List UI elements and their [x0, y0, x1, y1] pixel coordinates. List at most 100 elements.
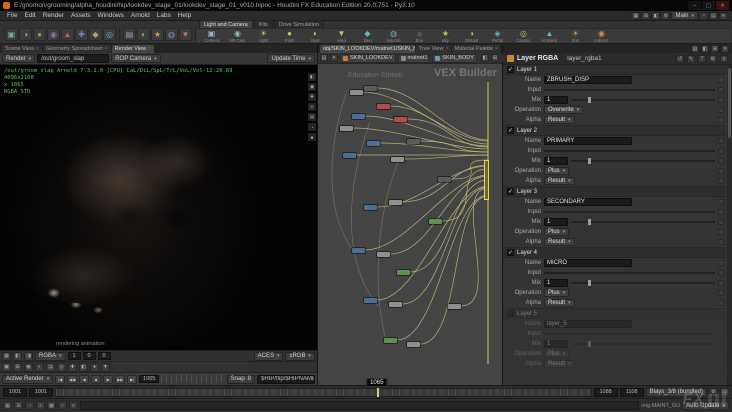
pane-tab[interactable]: Scene View × — [2, 45, 42, 53]
global-end-field[interactable]: 1108 — [619, 387, 644, 397]
toolbar-icon[interactable]: ✚ — [75, 28, 88, 41]
network-toolbar-icon[interactable]: ◧ — [480, 54, 489, 62]
row-menu-icon[interactable] — [718, 260, 724, 266]
status-icon[interactable]: ✓ — [58, 401, 67, 410]
pane-toolbar-icon[interactable]: ✕ — [721, 44, 729, 53]
layer-mix-field[interactable]: 1 — [544, 157, 568, 165]
breadcrumb-item[interactable]: SKIN_LOOKDEV — [340, 53, 396, 63]
row-menu-icon[interactable] — [718, 168, 724, 174]
menubar-icon[interactable]: ⊞ — [641, 11, 651, 20]
selected-output-node[interactable] — [484, 160, 489, 200]
layer-input-slider[interactable] — [544, 333, 715, 335]
network-toolbar-icon[interactable]: ⊞ — [490, 54, 499, 62]
shelf-tool[interactable]: ● Point — [277, 29, 302, 43]
graph-node[interactable] — [389, 200, 402, 205]
global-start-field[interactable]: 1001 — [3, 387, 27, 397]
layer-enable-checkbox[interactable]: ✓ — [507, 66, 514, 73]
graph-node[interactable] — [384, 338, 397, 343]
graph-node[interactable] — [407, 342, 420, 347]
menubar-icon[interactable]: ◔ — [699, 11, 708, 20]
row-menu-icon[interactable] — [718, 77, 724, 83]
layer-operation-dropdown[interactable]: Plus ▾ — [544, 350, 570, 358]
row-menu-icon[interactable] — [718, 290, 724, 296]
row-menu-icon[interactable] — [718, 209, 724, 215]
graph-node[interactable] — [343, 153, 356, 158]
menu-item[interactable]: Edit — [21, 12, 38, 19]
parameter-header-icon[interactable]: ≡ — [720, 54, 728, 63]
menubar-icon[interactable]: ▦ — [631, 11, 641, 20]
graph-node[interactable] — [364, 86, 377, 91]
row-menu-icon[interactable] — [718, 87, 724, 93]
layer-mix-slider[interactable] — [571, 341, 715, 347]
menu-item[interactable]: Arnold — [128, 12, 153, 19]
transport-button[interactable]: ■ — [91, 374, 102, 384]
graph-node[interactable] — [352, 248, 365, 253]
camera-selector[interactable]: ROP Camera ▾ — [111, 54, 161, 63]
toolbar-icon[interactable]: ● — [33, 28, 46, 41]
graph-node[interactable] — [391, 157, 404, 162]
rop-path-field[interactable]: /out/groom_slap — [37, 54, 110, 63]
graph-node[interactable] — [397, 270, 410, 275]
breadcrumb-icon[interactable]: ▾ — [330, 54, 338, 62]
pane-toolbar-icon[interactable]: ◧ — [701, 44, 709, 53]
graph-node[interactable] — [394, 117, 407, 122]
close-icon[interactable]: × — [148, 46, 151, 52]
layer-alpha-dropdown[interactable]: Result ▾ — [544, 360, 575, 368]
playbar-icon[interactable]: ▤ — [720, 387, 729, 397]
menubar-icon[interactable]: ▤ — [709, 11, 718, 20]
row-menu-icon[interactable] — [718, 158, 724, 164]
toolbar-icon[interactable]: ◐ — [137, 28, 150, 41]
layer-operation-dropdown[interactable]: Overwrite ▾ — [544, 106, 584, 114]
render-tool-icon[interactable]: ⊞ — [13, 362, 22, 372]
pane-tab[interactable]: Render View × — [111, 45, 154, 53]
parameter-header-icon[interactable]: ✎ — [687, 54, 695, 63]
layer-header[interactable]: ✓ Layer 1 — [503, 65, 726, 75]
close-icon[interactable]: × — [105, 46, 108, 52]
layer-enable-checkbox[interactable]: ✓ — [507, 188, 514, 195]
layer-mix-slider[interactable] — [571, 97, 715, 103]
layer-mix-slider[interactable] — [571, 280, 715, 286]
render-tool-icon[interactable]: ◉ — [24, 362, 33, 372]
shelf-tool[interactable]: ◉ Indirect — [589, 29, 614, 43]
parameter-header-icon[interactable]: ⚙ — [709, 54, 717, 63]
shelf-tool[interactable]: ▣ Camera — [199, 29, 224, 43]
transport-button[interactable]: |◀ — [55, 374, 66, 384]
shelf-tab[interactable]: Light and Camera — [199, 20, 253, 28]
layer-mix-slider[interactable] — [571, 158, 715, 164]
display-value-field[interactable]: 0 — [82, 352, 96, 360]
shelf-tool[interactable]: ◎ Caustic — [511, 29, 536, 43]
render-mode-selector[interactable]: Active Render ▾ — [2, 374, 54, 384]
toolbar-icon[interactable]: ◑ — [19, 28, 32, 41]
side-strip-icon[interactable]: ◧ — [308, 73, 316, 81]
current-frame-field[interactable]: 1065 — [139, 375, 160, 383]
auto-update-selector[interactable]: Auto Update ▾ — [682, 401, 729, 410]
shelf-tool[interactable]: ▲ Ambient — [537, 29, 562, 43]
menubar-icon[interactable]: ⚙ — [661, 11, 671, 20]
status-icon[interactable]: ▩ — [47, 401, 56, 410]
toolbar-icon[interactable]: ▲ — [61, 28, 74, 41]
side-strip-icon[interactable]: ◔ — [308, 123, 316, 131]
playback-options-chip[interactable]: Blays_3/8 (bundled) — [645, 387, 707, 397]
row-menu-icon[interactable] — [718, 219, 724, 225]
shelf-tool[interactable]: ◉ VR Cam — [225, 29, 250, 43]
layer-alpha-dropdown[interactable]: Result ▾ — [544, 299, 575, 307]
row-menu-icon[interactable] — [718, 239, 724, 245]
menu-item[interactable]: Help — [175, 12, 194, 19]
timeline-track[interactable]: 1065 — [55, 377, 592, 397]
layer-mix-slider[interactable] — [571, 219, 715, 225]
scrollbar[interactable] — [727, 65, 732, 385]
slider-handle[interactable] — [588, 341, 592, 347]
side-strip-icon[interactable]: ✚ — [308, 93, 316, 101]
side-strip-icon[interactable]: ◎ — [308, 103, 316, 111]
render-canvas[interactable]: /out/groom_slap Arnold 7.3.1.0 [CPU] CaL… — [0, 65, 317, 350]
shelf-tab[interactable]: Drive Simulation — [273, 20, 324, 28]
playbar-icon[interactable]: ⚙ — [709, 387, 718, 397]
toolbar-icon[interactable]: ★ — [151, 28, 164, 41]
graph-node[interactable] — [350, 90, 363, 95]
shelf-tool[interactable]: ☀ Light — [251, 29, 276, 43]
graph-node[interactable] — [377, 104, 390, 109]
graph-node[interactable] — [364, 205, 377, 210]
snap-control[interactable]: Snap 8 — [226, 374, 255, 384]
row-menu-icon[interactable] — [718, 300, 724, 306]
layer-mix-field[interactable]: 1 — [544, 218, 568, 226]
